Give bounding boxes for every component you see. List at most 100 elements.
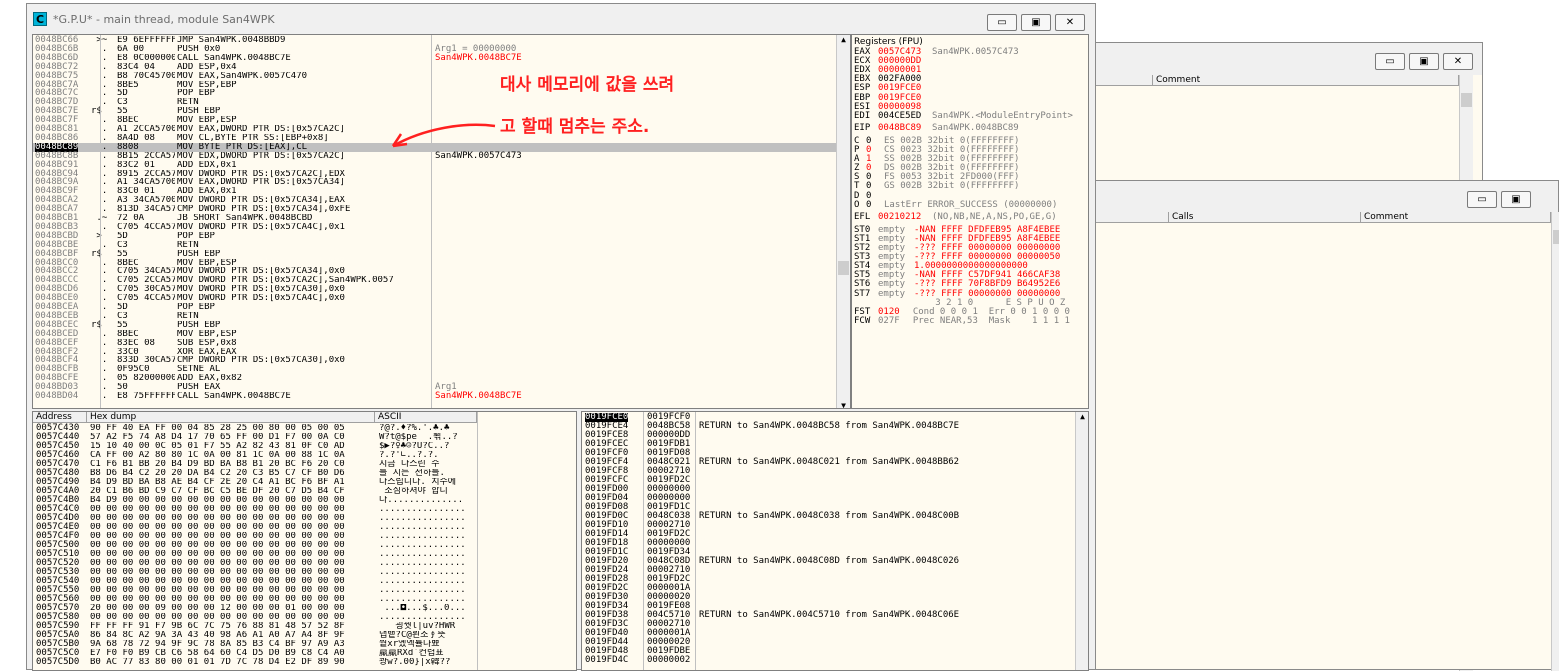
close-button[interactable]: ✕ <box>1443 53 1473 70</box>
disasm-row[interactable]: 0048BCFB . 0F95C0 SETNE AL <box>33 365 836 374</box>
vertical-scrollbar[interactable] <box>1551 212 1559 671</box>
disasm-scrollbar[interactable]: ▲ ▼ <box>836 35 850 408</box>
dump-row[interactable]: 0057C4F0 00 00 00 00 00 00 00 00 00 00 00… <box>33 532 477 541</box>
stack-pane[interactable]: 0019FCE0 0019FCF0 0019FCE4 0048BC58 RETURN t… <box>581 411 1089 671</box>
maximize-button[interactable]: ▣ <box>1501 191 1531 208</box>
dump-row[interactable]: 0057C4B0 B4 D9 00 00 00 00 00 00 00 00 00… <box>33 496 477 505</box>
disasm-row[interactable]: 0048BC75 . B8 70C45700 MOV EAX,San4WPK.005… <box>33 71 836 81</box>
scroll-down-arrow[interactable]: ▼ <box>837 401 850 408</box>
disasm-row[interactable]: 0048BC7D . C3 RETN <box>33 98 836 107</box>
dump-hex: B0 AC 77 83 80 00 01 01 7D 7C 78 D4 E2 D… <box>90 658 345 667</box>
column-header-hex-dump[interactable]: Hex dump <box>87 412 375 423</box>
dump-row[interactable]: 0057C440 57 A2 F5 74 A8 D4 17 70 65 FF 00… <box>33 433 477 442</box>
disasm-row[interactable]: 0048BCC0 . 8BEC MOV EBP,ESP <box>33 258 836 268</box>
background-window-2[interactable]: ▭ ▣ Calls Comment <box>1088 180 1559 671</box>
instruction-text: PUSH EBP <box>177 107 221 117</box>
dump-row[interactable]: 0057C450 15 10 40 00 0C 05 01 F7 55 A2 82… <box>33 442 477 451</box>
disasm-row[interactable]: 0048BC7A . 8BE5 MOV ESP,EBP <box>33 80 836 90</box>
column-header-ascii[interactable]: ASCII <box>375 412 477 423</box>
disasm-row[interactable]: 0048BD04 . E8 75FFFFFF CALL San4WPK.0048BC… <box>33 392 836 401</box>
dump-row[interactable]: 0057C4D0 00 00 00 00 00 00 00 00 00 00 00… <box>33 514 477 523</box>
disasm-row[interactable]: 0048BCBE . C3 RETN <box>33 240 836 250</box>
dump-row[interactable]: 0057C5B0 9A 68 78 72 94 9F 9C 78 8A 85 B3… <box>33 640 477 649</box>
maximize-button[interactable]: ▣ <box>1409 53 1439 70</box>
dump-row[interactable]: 0057C590 FF FF FF 91 F7 9B 6C 7C 75 76 88… <box>33 622 477 631</box>
disasm-row[interactable]: 0048BC72 . 83C4 04 ADD ESP,0x4 <box>33 62 836 72</box>
disasm-row[interactable]: 0048BCF2 . 33C0 XOR EAX,EAX <box>33 347 836 357</box>
disasm-row[interactable]: 0048BC9F . 83C0 01 ADD EAX,0x1 <box>33 187 836 196</box>
dump-ascii: 지금 다스린 수 <box>379 460 440 469</box>
instruction-text: MOV ESP,EBP <box>177 80 237 90</box>
disasm-row[interactable]: 0048BC91 . 83C2 01 ADD EDX,0x1 <box>33 160 836 170</box>
dump-row[interactable]: 0057C510 00 00 00 00 00 00 00 00 00 00 00… <box>33 550 477 559</box>
hex-bytes: 8BE5 <box>117 80 139 90</box>
disasm-row[interactable]: 0048BCBD >5D POP EBP <box>33 231 836 241</box>
dump-row[interactable]: 0057C4A0 20 C1 B6 BD C9 C7 CF BC C5 BE DF… <box>33 487 477 496</box>
dump-row[interactable]: 0057C580 00 00 00 00 00 00 00 00 00 00 00… <box>33 613 477 622</box>
dump-row[interactable]: 0057C480 B8 D6 B4 C2 20 20 DA B4 C2 20 C3… <box>33 469 477 478</box>
disasm-row[interactable]: 0048BC7C . 5D POP EBP <box>33 89 836 98</box>
dump-row[interactable]: 0057C560 00 00 00 00 00 00 00 00 00 00 00… <box>33 595 477 604</box>
hex-bytes: 83C4 04 <box>117 62 155 72</box>
disasm-row[interactable]: 0048BCCC .C705 2CCA5700MOV DWORD PTR DS:… <box>33 276 836 285</box>
registers-pane[interactable]: Registers (FPU) EAX 0057C473 San4WPK.0057C… <box>851 34 1089 409</box>
disasm-row[interactable]: 0048BCF4 .833D 30CA5700CMP DWORD PTR DS:… <box>33 356 836 365</box>
dump-row[interactable]: 0057C500 00 00 00 00 00 00 00 00 00 00 00… <box>33 541 477 550</box>
column-header-comment[interactable]: Comment <box>1361 212 1551 223</box>
disasm-row[interactable]: 0048BCBF r$ 55 PUSH EBP <box>33 249 836 259</box>
minimize-button[interactable]: ▭ <box>1467 191 1497 208</box>
disasm-row[interactable]: 0048BCED . 8BEC MOV EBP,ESP <box>33 329 836 339</box>
disasm-row[interactable]: 0048BC9A . A1 34CA5700 MOV EAX,DWORD PTR D… <box>33 178 836 187</box>
disasm-row[interactable]: 0048BCEC r$ 55 PUSH EBP <box>33 320 836 330</box>
dump-row[interactable]: 0057C460 CA FF 00 A2 80 80 1C 0A 00 81 1C… <box>33 451 477 460</box>
disasm-row[interactable]: 0048BC94 .8915 2CCA5700MOV DWORD PTR DS:… <box>33 169 836 179</box>
maximize-button[interactable]: ▣ <box>1021 14 1051 31</box>
disasm-row[interactable]: 0048BCEA . 5D POP EBP <box>33 303 836 312</box>
scroll-thumb[interactable] <box>838 261 849 275</box>
dump-row[interactable]: 0057C470 C1 F6 B1 BB 20 B4 D9 BD BA B8 B1… <box>33 460 477 469</box>
cpu-window[interactable]: C *G.P.U* - main thread, module San4WPK … <box>26 3 1096 671</box>
disasm-row[interactable]: 0048BCEF . 83EC 08 SUB ESP,0x8 <box>33 338 836 348</box>
dump-row[interactable]: 0057C570 20 00 00 00 09 00 00 00 12 00 00… <box>33 604 477 613</box>
dump-row[interactable]: 0057C490 B4 D9 BD BA B8 AE B4 CF 2E 20 C4… <box>33 478 477 487</box>
close-button[interactable]: ✕ <box>1055 14 1085 31</box>
minimize-button[interactable]: ▭ <box>1375 53 1405 70</box>
disasm-row[interactable]: 0048BCB1 .~ 72 0A JB SHORT San4WPK.0048BCB… <box>33 214 836 223</box>
hex-dump-pane[interactable]: Address Hex dump ASCII 0057C430 90 FF 40 … <box>32 411 577 671</box>
disasm-row[interactable]: 0048BCA2 . A3 34CA5700 MOV DWORD PTR DS:[0… <box>33 196 836 205</box>
dump-row[interactable]: 0057C4C0 00 00 00 00 00 00 00 00 00 00 00… <box>33 505 477 514</box>
scroll-thumb[interactable] <box>1461 93 1472 107</box>
stack-row[interactable]: 0019FD4C 00000002 <box>582 656 1075 665</box>
scroll-thumb[interactable] <box>1553 230 1559 244</box>
disasm-row[interactable]: 0048BCD6 .C705 30CA5700MOV DWORD PTR DS:… <box>33 285 836 294</box>
disasm-row[interactable]: 0048BCE0 .C705 4CCA5700MOV DWORD PTR DS:… <box>33 294 836 303</box>
dump-row[interactable]: 0057C530 00 00 00 00 00 00 00 00 00 00 00… <box>33 568 477 577</box>
scroll-up-arrow[interactable]: ▲ <box>837 35 850 44</box>
registers-title: Registers (FPU) <box>854 37 923 47</box>
dump-row[interactable]: 0057C5A0 86 84 8C A2 9A 3A 43 40 98 A6 A1… <box>33 631 477 640</box>
column-header[interactable] <box>1089 212 1169 223</box>
stack-scrollbar[interactable]: ▲ <box>1075 412 1088 670</box>
disasm-row[interactable]: 0048BCA7 .813D 34CA5700CMP DWORD PTR DS:… <box>33 205 836 214</box>
disasm-row[interactable]: 0048BCC2 .C705 34CA5700MOV DWORD PTR DS:… <box>33 267 836 276</box>
column-header-address[interactable]: Address <box>33 412 87 423</box>
column-header-comment[interactable]: Comment <box>1153 75 1459 86</box>
column-header[interactable] <box>1089 75 1153 86</box>
title-bar[interactable]: C *G.P.U* - main thread, module San4WPK … <box>27 4 1095 34</box>
minimize-button[interactable]: ▭ <box>987 14 1017 31</box>
scroll-up-arrow[interactable]: ▲ <box>1076 412 1088 421</box>
dump-row[interactable]: 0057C520 00 00 00 00 00 00 00 00 00 00 00… <box>33 559 477 568</box>
column-header-calls[interactable]: Calls <box>1169 212 1361 223</box>
disasm-row[interactable]: 0048BC6D . E8 0C000000 CALL San4WPK.0048BC… <box>33 53 836 63</box>
dump-row[interactable]: 0057C4E0 00 00 00 00 00 00 00 00 00 00 00… <box>33 523 477 532</box>
dump-row[interactable]: 0057C430 90 FF 40 EA FF 00 04 85 28 25 00… <box>33 424 477 433</box>
disasm-row[interactable]: 0048BC7E r$ 55 PUSH EBP <box>33 107 836 116</box>
dump-row[interactable]: 0057C5C0 E7 F0 F0 B9 CB C6 58 64 60 C4 D5… <box>33 649 477 658</box>
dump-row[interactable]: 0057C5D0 B0 AC 77 83 80 00 01 01 7D 7C 78… <box>33 658 477 667</box>
disasm-row[interactable]: 0048BCB3 .C705 4CCA5700MOV DWORD PTR DS:… <box>33 222 836 232</box>
dump-row[interactable]: 0057C540 00 00 00 00 00 00 00 00 00 00 00… <box>33 577 477 586</box>
dump-ascii: ................ <box>379 595 466 604</box>
dump-row[interactable]: 0057C550 00 00 00 00 00 00 00 00 00 00 00… <box>33 586 477 595</box>
disasm-row[interactable]: 0048BCEB . C3 RETN <box>33 311 836 321</box>
disassembly-pane[interactable]: 0048BC66 >~ E9 6EFFFFFF JMP San4WPK.0048BB… <box>32 34 851 409</box>
